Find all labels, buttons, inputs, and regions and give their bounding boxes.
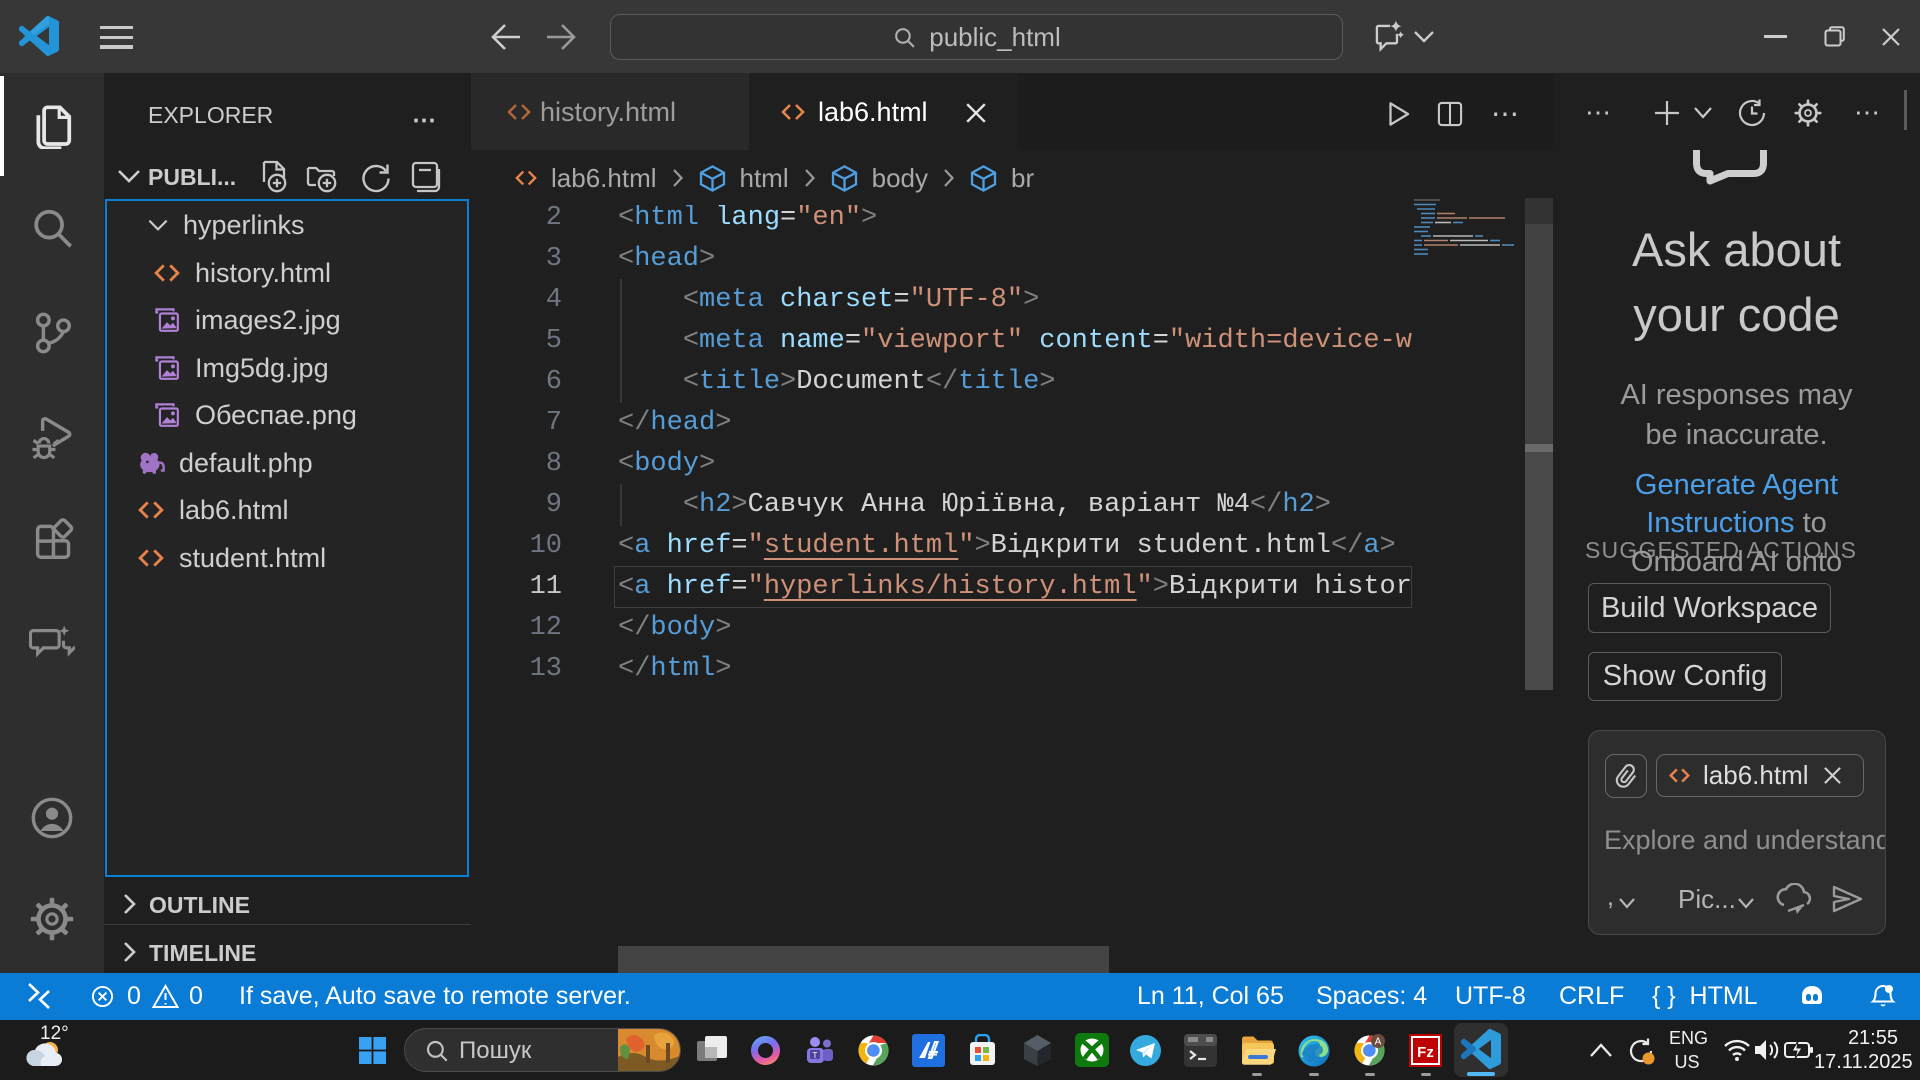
svg-text:T: T bbox=[813, 1051, 818, 1060]
svg-text:A: A bbox=[1375, 1037, 1382, 1048]
svg-text:Fz: Fz bbox=[1417, 1044, 1434, 1061]
